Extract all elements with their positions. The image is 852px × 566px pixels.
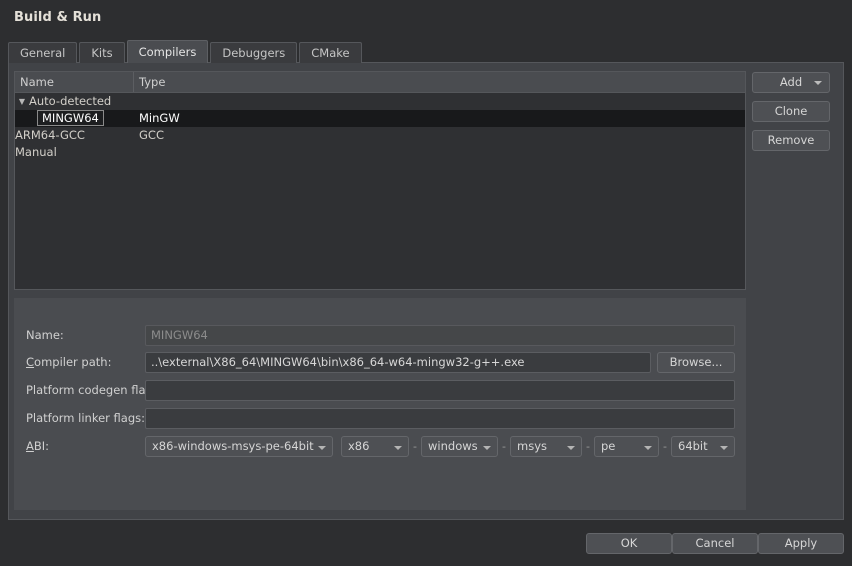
platform-linker-flags-label: Platform linker flags: (26, 411, 145, 425)
chevron-down-icon[interactable] (394, 446, 402, 450)
tab-general[interactable]: General (8, 42, 78, 63)
ok-button[interactable]: OK (586, 533, 672, 554)
abi-architecture-combo[interactable]: x86 (341, 436, 409, 457)
apply-button[interactable]: Apply (758, 533, 844, 554)
build-and-run-dialog: Build & Run General Kits Compilers Debug… (0, 0, 852, 566)
tree-body: ▼ Auto-detected MINGW64 MinGW ARM64-GCC … (15, 93, 745, 289)
tree-row-auto-detected[interactable]: ▼ Auto-detected (15, 93, 745, 110)
tree-row-name: ARM64-GCC (15, 128, 85, 142)
add-button[interactable]: Add (752, 72, 830, 93)
compilers-tree[interactable]: Name Type ▼ Auto-detected MINGW64 MinGW … (14, 71, 746, 290)
tree-row-name: Manual (15, 145, 57, 159)
chevron-down-icon[interactable] (567, 446, 575, 450)
abi-os-flavor-value: msys (517, 439, 547, 453)
name-label: Name: (26, 328, 64, 342)
chevron-down-icon[interactable] (720, 446, 728, 450)
tab-cmake[interactable]: CMake (299, 42, 362, 63)
compiler-path-field[interactable]: ..\external\X86_64\MINGW64\bin\x86_64-w6… (145, 352, 651, 373)
abi-label-mnemonic: A (26, 439, 34, 453)
remove-button[interactable]: Remove (752, 130, 830, 151)
abi-binary-format-value: pe (601, 439, 616, 453)
compiler-path-label-mnemonic: C (26, 355, 35, 369)
compiler-detail-panel: Name: MINGW64 Compiler path: ..\external… (14, 298, 746, 510)
page-title: Build & Run (14, 10, 102, 25)
tree-row-mingw64[interactable]: MINGW64 MinGW (15, 110, 745, 127)
abi-os-value: windows (428, 439, 478, 453)
chevron-down-icon[interactable] (644, 446, 652, 450)
tab-debuggers[interactable]: Debuggers (210, 42, 298, 63)
abi-os-combo[interactable]: windows (421, 436, 498, 457)
compiler-path-label-rest: ompiler path: (34, 355, 112, 369)
tree-action-buttons: Add Clone Remove (752, 72, 830, 159)
chevron-down-icon[interactable] (483, 446, 491, 450)
platform-codegen-flags-field[interactable] (145, 380, 735, 401)
compiler-path-label: Compiler path: (26, 352, 111, 373)
chevron-down-icon[interactable] (318, 446, 326, 450)
tree-row-type: MinGW (139, 111, 180, 125)
abi-word-width-combo[interactable]: 64bit (671, 436, 735, 457)
tree-row-name-cell: MINGW64 (15, 110, 134, 127)
tree-row-manual[interactable]: Manual (15, 144, 745, 161)
column-header-type[interactable]: Type (134, 72, 745, 92)
abi-os-flavor-combo[interactable]: msys (510, 436, 582, 457)
abi-separator-2: - (502, 440, 506, 453)
name-field[interactable]: MINGW64 (145, 325, 735, 346)
abi-full-value: x86-windows-msys-pe-64bit (152, 439, 314, 453)
abi-separator-3: - (586, 440, 590, 453)
abi-separator-4: - (663, 440, 667, 453)
tab-kits[interactable]: Kits (79, 42, 125, 63)
abi-word-width-value: 64bit (678, 439, 708, 453)
platform-codegen-flags-label: Platform codegen flags: (26, 383, 163, 397)
tree-row-arm64-gcc[interactable]: ARM64-GCC GCC (15, 127, 745, 144)
dialog-title-bar: Build & Run (0, 0, 852, 34)
tree-header-row: Name Type (15, 72, 745, 93)
column-header-name[interactable]: Name (15, 72, 134, 92)
platform-linker-flags-field[interactable] (145, 408, 735, 429)
browse-button[interactable]: Browse... (657, 352, 735, 373)
abi-separator-1: - (413, 440, 417, 453)
abi-full-combo[interactable]: x86-windows-msys-pe-64bit (145, 436, 333, 457)
tree-row-name-editor[interactable]: MINGW64 (37, 110, 104, 126)
tab-compilers[interactable]: Compilers (126, 40, 209, 63)
chevron-down-icon[interactable] (814, 80, 822, 85)
tree-row-name: Auto-detected (29, 94, 112, 108)
dialog-footer: OK Cancel Apply (0, 522, 852, 566)
cancel-button[interactable]: Cancel (672, 533, 758, 554)
tree-row-type: GCC (139, 128, 164, 142)
chevron-down-icon[interactable]: ▼ (15, 93, 29, 110)
add-button-label: Add (779, 75, 803, 89)
abi-architecture-value: x86 (348, 439, 370, 453)
clone-button[interactable]: Clone (752, 101, 830, 122)
tab-strip: General Kits Compilers Debuggers CMake (8, 40, 364, 63)
abi-label: ABI: (26, 436, 49, 457)
abi-label-rest: BI: (33, 439, 50, 453)
abi-binary-format-combo[interactable]: pe (594, 436, 659, 457)
